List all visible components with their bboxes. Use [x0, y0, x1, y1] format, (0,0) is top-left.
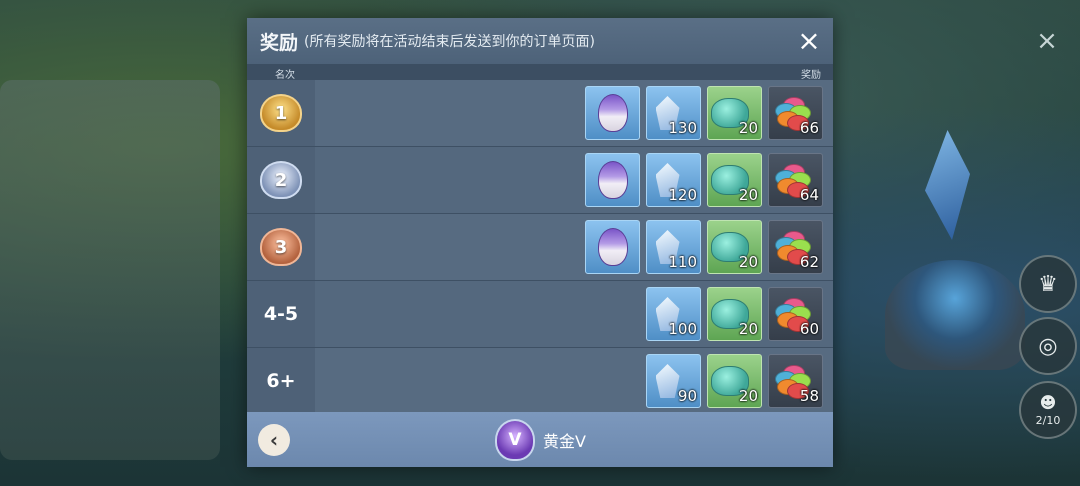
item-quantity: 62 [799, 253, 819, 271]
reward-item-pot[interactable]: 20 [707, 153, 762, 207]
background-close-icon[interactable]: × [1034, 28, 1060, 54]
reward-items: 130 20 66 [585, 86, 823, 140]
reward-item-egg[interactable] [585, 220, 640, 274]
dragon-egg-icon [597, 228, 628, 266]
rank-label: 1 [274, 102, 288, 124]
panel-subtitle: (所有奖励将在活动结束后发送到你的订单页面) [304, 34, 595, 50]
reward-row: 4-5 100 20 60 [247, 281, 833, 348]
rank-cell: 6+ [247, 348, 315, 414]
back-button[interactable]: ‹ [258, 424, 290, 456]
item-quantity: 20 [738, 186, 758, 204]
dragon-egg-icon [597, 94, 628, 132]
character-button[interactable]: ☻ 2/10 [1019, 381, 1077, 439]
silver-medal-icon: 2 [260, 161, 302, 199]
reward-item-coins[interactable]: 60 [768, 287, 823, 341]
rank-label: 4-5 [263, 303, 299, 325]
item-quantity: 58 [799, 387, 819, 405]
item-quantity: 20 [738, 387, 758, 405]
blue-crystal-scenery [925, 130, 970, 240]
rank-column-header: 名次 [275, 70, 295, 81]
item-quantity: 20 [738, 253, 758, 271]
reward-item-coins[interactable]: 64 [768, 153, 823, 207]
close-icon[interactable]: × [795, 27, 823, 55]
rank-cell: 3 [247, 214, 315, 280]
item-quantity: 64 [799, 186, 819, 204]
reward-item-egg[interactable] [585, 153, 640, 207]
dragon-egg-icon [597, 161, 628, 199]
rank-cell: 1 [247, 80, 315, 146]
item-quantity: 60 [799, 320, 819, 338]
item-quantity: 20 [738, 320, 758, 338]
reward-column-header: 奖励 [801, 70, 821, 81]
reward-item-coins[interactable]: 62 [768, 220, 823, 274]
item-quantity: 90 [677, 387, 697, 405]
reward-items: 90 20 58 [646, 354, 823, 408]
reward-rows: 1 130 20 66 2 120 20 64 3 110 20 62 4-5 100 20 60 6+ 90 20… [247, 80, 833, 415]
reward-item-egg[interactable] [585, 86, 640, 140]
reward-item-coins[interactable]: 58 [768, 354, 823, 408]
crystal-gem-icon [655, 364, 680, 398]
item-quantity: 120 [668, 186, 697, 204]
rank-label: 6+ [266, 370, 296, 392]
rank-cell: 2 [247, 147, 315, 213]
item-quantity: 100 [668, 320, 697, 338]
rank-label: 3 [274, 236, 288, 258]
character-icon: ☻ [1039, 393, 1057, 412]
reward-row: 3 110 20 62 [247, 214, 833, 281]
reward-item-pot[interactable]: 20 [707, 86, 762, 140]
character-progress: 2/10 [1035, 414, 1061, 427]
reward-item-gem[interactable]: 120 [646, 153, 701, 207]
reward-item-gem[interactable]: 130 [646, 86, 701, 140]
rank-cell: 4-5 [247, 281, 315, 347]
tier-badge-icon: V [495, 419, 535, 461]
rank-label: 2 [274, 169, 288, 191]
reward-item-gem[interactable]: 110 [646, 220, 701, 274]
reward-items: 120 20 64 [585, 153, 823, 207]
rewards-panel: 奖励 (所有奖励将在活动结束后发送到你的订单页面) × 名次 奖励 1 130 20… [247, 18, 833, 467]
reward-row: 1 130 20 66 [247, 80, 833, 147]
stone-well-scenery [885, 260, 1025, 370]
coins-button[interactable]: ◎ [1019, 317, 1077, 375]
reward-item-pot[interactable]: 20 [707, 354, 762, 408]
reward-item-pot[interactable]: 20 [707, 287, 762, 341]
tier-display: V 黄金V [495, 419, 586, 461]
stone-ruin-scenery [0, 80, 220, 460]
reward-items: 110 20 62 [585, 220, 823, 274]
reward-item-gem[interactable]: 100 [646, 287, 701, 341]
item-quantity: 110 [668, 253, 697, 271]
reward-items: 100 20 60 [646, 287, 823, 341]
panel-header: 奖励 (所有奖励将在活动结束后发送到你的订单页面) × [247, 18, 833, 64]
trophy-button[interactable]: ♛ [1019, 255, 1077, 313]
reward-item-coins[interactable]: 66 [768, 86, 823, 140]
trophy-icon: ♛ [1038, 271, 1058, 297]
gold-medal-icon: 1 [260, 94, 302, 132]
column-headers: 名次 奖励 [247, 64, 833, 81]
panel-title: 奖励 [260, 31, 299, 54]
item-quantity: 66 [799, 119, 819, 137]
reward-row: 6+ 90 20 58 [247, 348, 833, 415]
reward-item-gem[interactable]: 90 [646, 354, 701, 408]
panel-footer: ‹ V 黄金V [247, 412, 833, 467]
coins-icon: ◎ [1038, 333, 1058, 359]
reward-item-pot[interactable]: 20 [707, 220, 762, 274]
reward-row: 2 120 20 64 [247, 147, 833, 214]
item-quantity: 20 [738, 119, 758, 137]
tier-name: 黄金V [543, 432, 586, 451]
bronze-medal-icon: 3 [260, 228, 302, 266]
item-quantity: 130 [668, 119, 697, 137]
